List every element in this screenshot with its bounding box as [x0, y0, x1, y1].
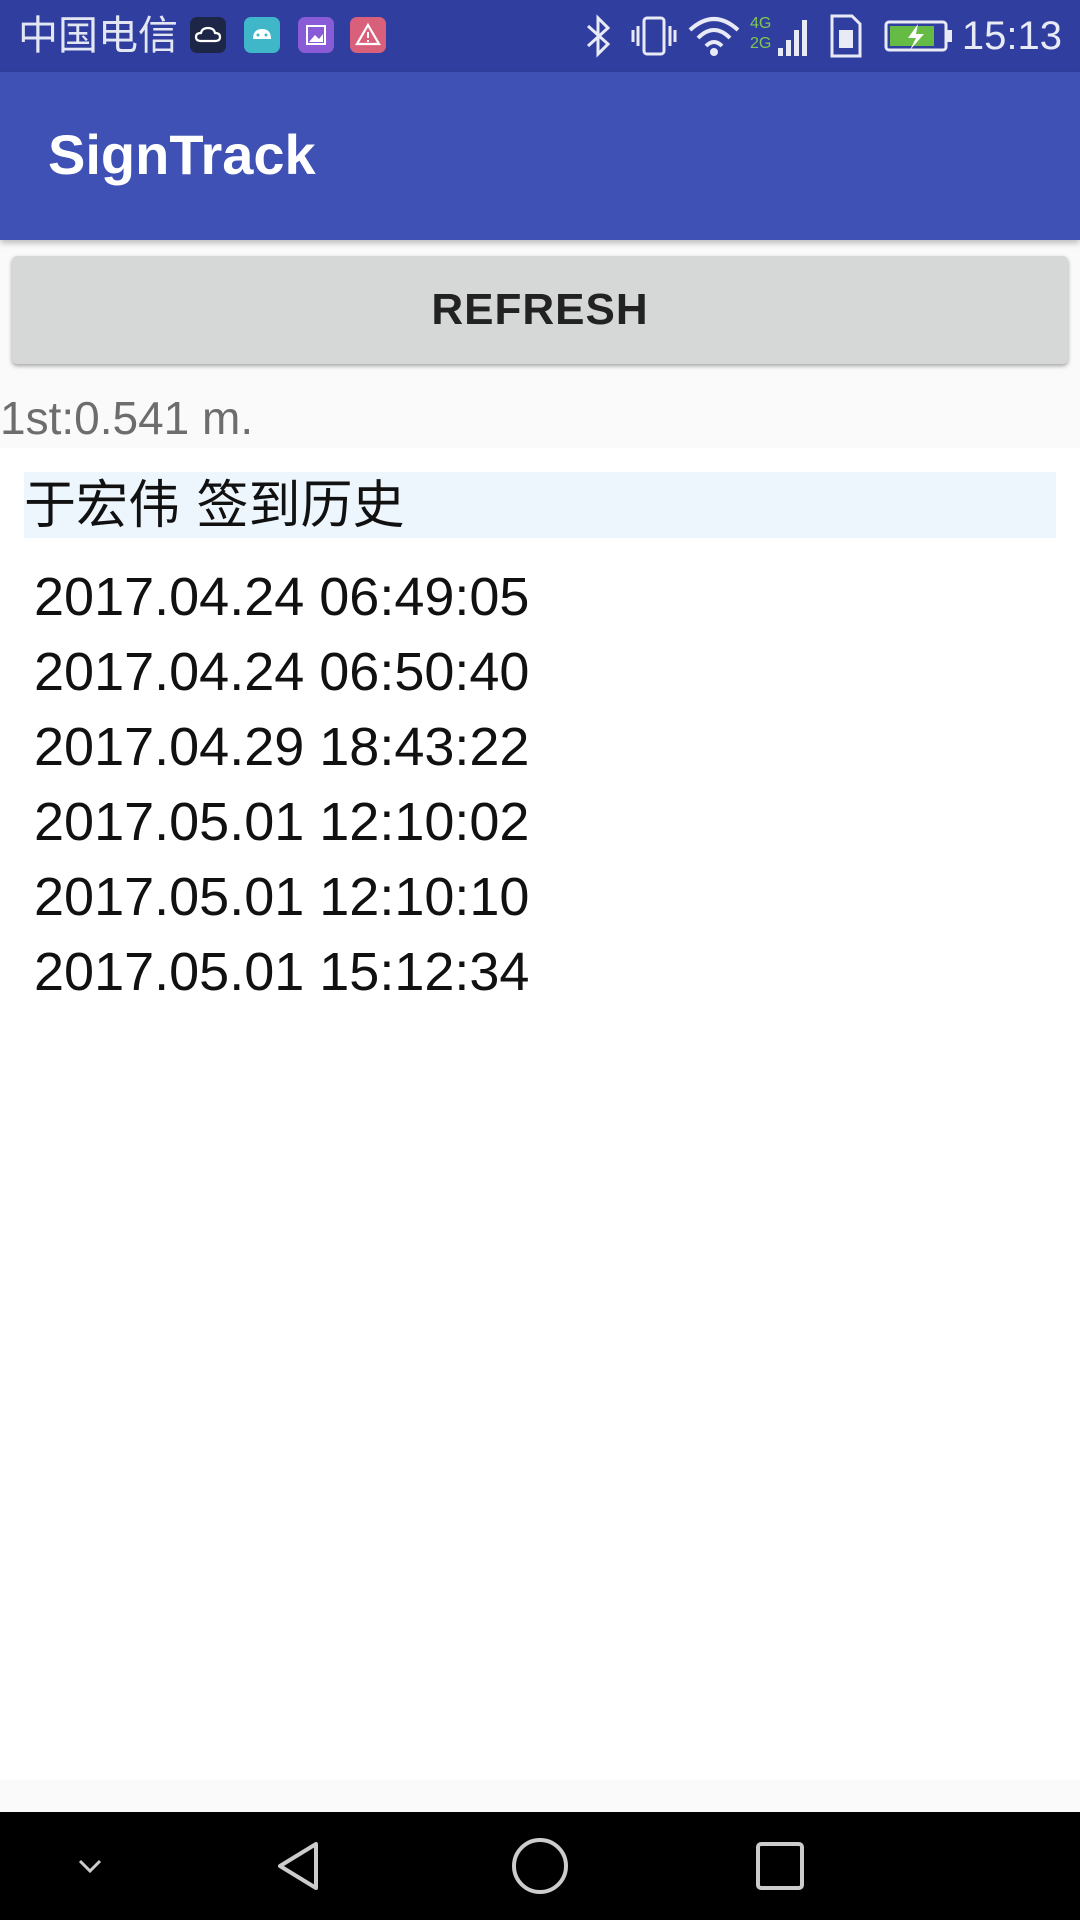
- sim-icon: [826, 10, 866, 62]
- back-icon[interactable]: [250, 1812, 350, 1920]
- network-type-4g: 4G: [750, 15, 771, 32]
- gallery-icon: [298, 17, 334, 53]
- vibrate-icon: [630, 10, 678, 62]
- carrier-name: 中国电信: [18, 13, 178, 59]
- network-type-2g: 2G: [750, 35, 771, 52]
- history-header: 于宏伟 签到历史: [24, 472, 1056, 538]
- signal-icon: 4G 2G: [748, 10, 810, 62]
- battery-charging-icon: [884, 10, 954, 62]
- list-item: 2017.04.24 06:50:40: [34, 642, 530, 702]
- cloud-app-icon: [190, 17, 226, 53]
- list-item: 2017.05.01 15:12:34: [34, 942, 530, 1002]
- list-item: 2017.05.01 12:10:02: [34, 792, 530, 852]
- navigation-bar: [0, 1812, 1080, 1920]
- refresh-button[interactable]: REFRESH: [12, 256, 1068, 364]
- collapse-icon[interactable]: [50, 1812, 130, 1920]
- wifi-icon: [686, 10, 742, 62]
- app-title: SignTrack: [48, 123, 316, 186]
- home-icon[interactable]: [490, 1812, 590, 1920]
- app-bar: SignTrack: [0, 72, 1080, 240]
- distance-text: 1st:0.541 m.: [0, 392, 254, 444]
- android-icon: [244, 17, 280, 53]
- list-item: 2017.04.24 06:49:05: [34, 567, 530, 627]
- status-bar: 中国电信 4G 2G 15:13: [0, 0, 1080, 72]
- bluetooth-icon: [578, 10, 618, 62]
- list-item: 2017.04.29 18:43:22: [34, 717, 530, 777]
- clock: 15:13: [961, 14, 1062, 58]
- history-title: 于宏伟 签到历史: [24, 476, 405, 536]
- recents-icon[interactable]: [730, 1812, 830, 1920]
- warning-icon: [350, 17, 386, 53]
- list-item: 2017.05.01 12:10:10: [34, 867, 530, 927]
- history-list[interactable]: 2017.04.24 06:49:05 2017.04.24 06:50:40 …: [34, 560, 529, 1010]
